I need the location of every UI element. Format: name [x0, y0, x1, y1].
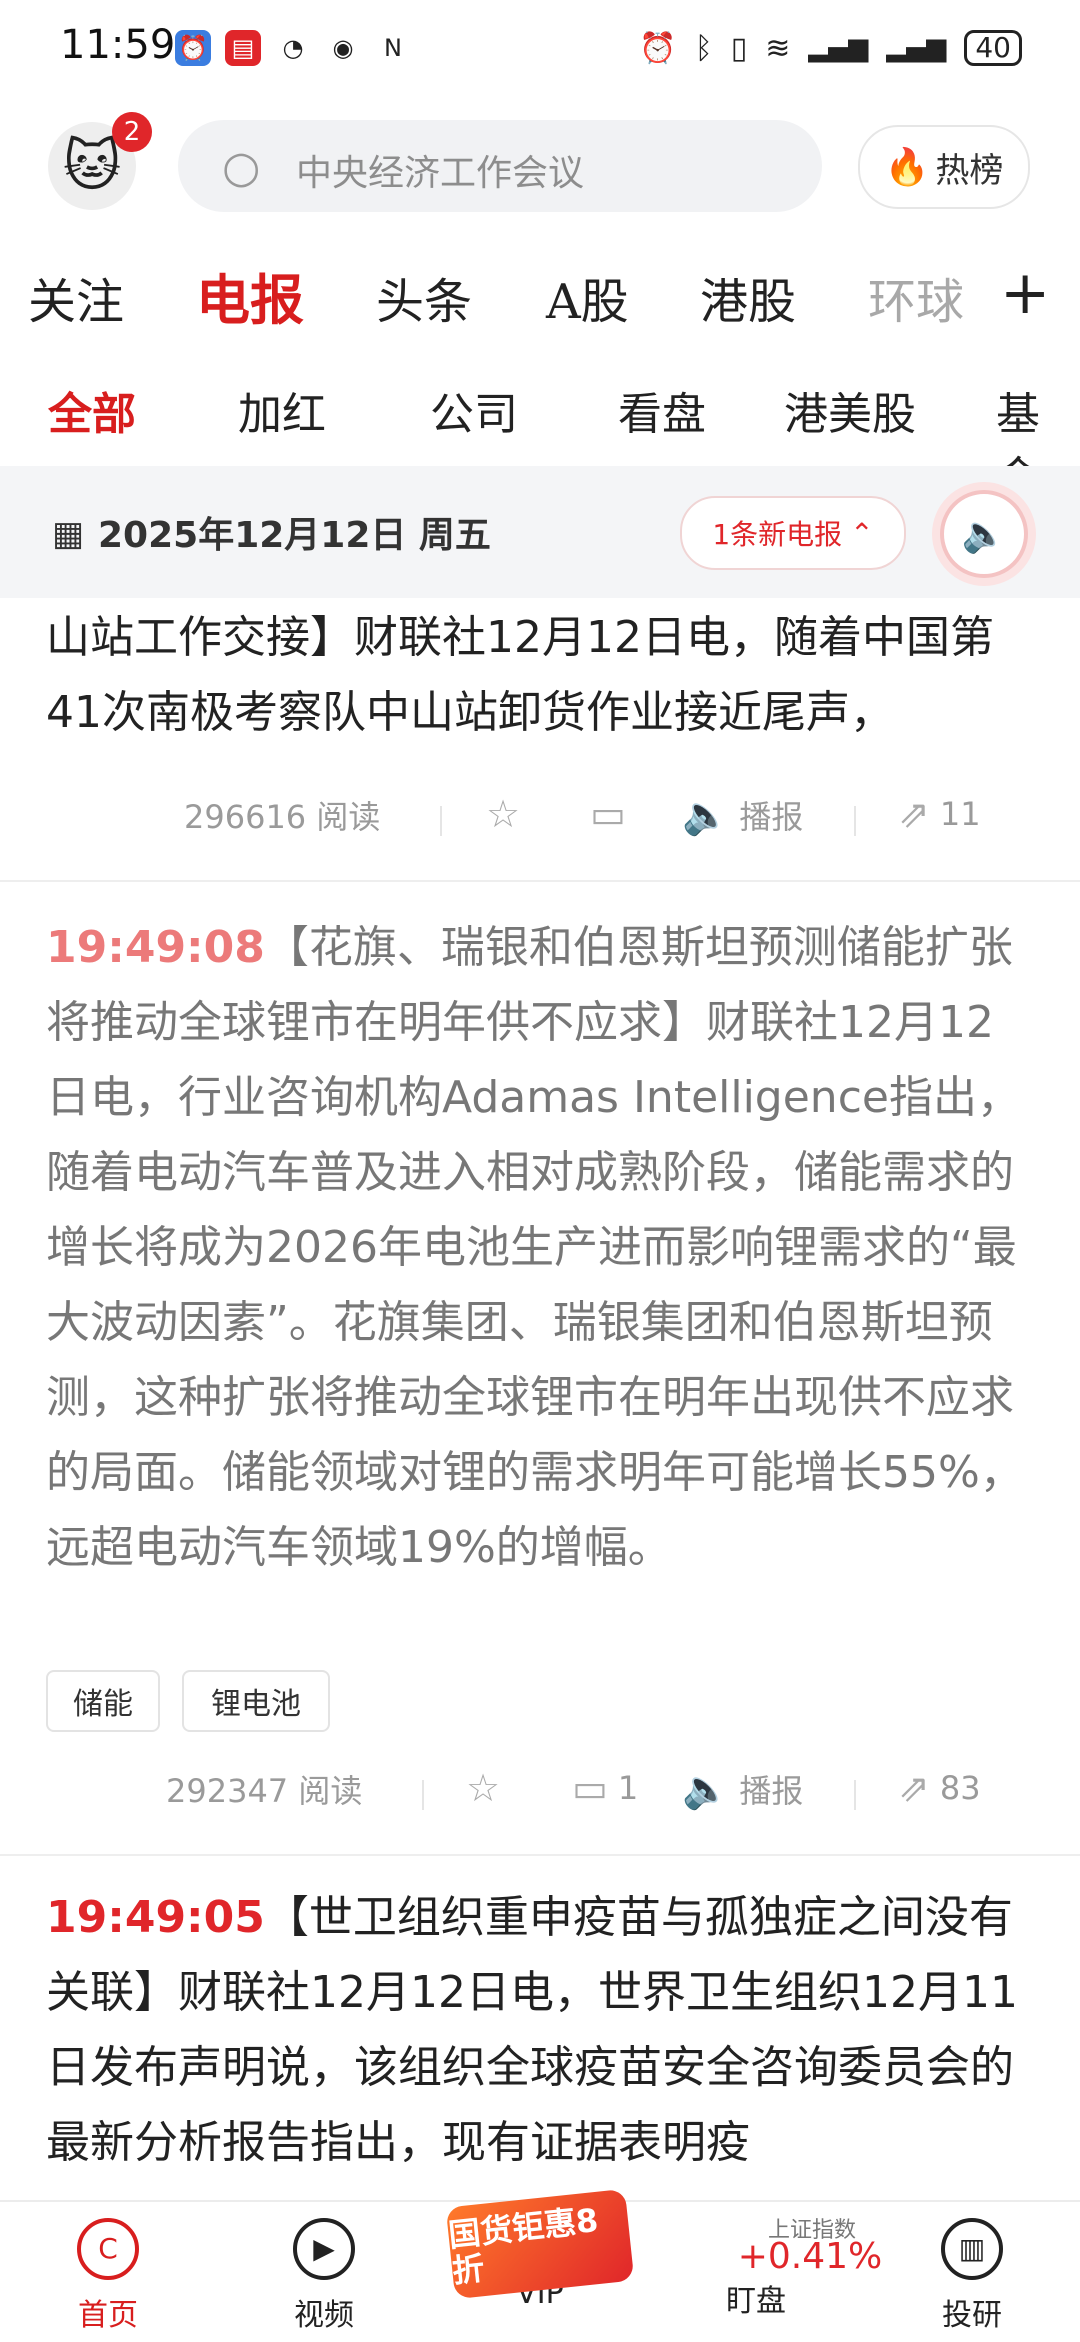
new-telegram-button[interactable]: 1条新电报 ⌃	[680, 496, 906, 570]
feed-item[interactable]: 19:49:05【世卫组织重申疫苗与孤独症之间没有关联】财联社12月12日电，世…	[46, 1880, 1036, 2200]
tag-chip[interactable]: 锂电池	[182, 1670, 330, 1732]
comment-button[interactable]: ▭ 1	[572, 1766, 638, 1810]
share-button[interactable]: ⇗ 83	[898, 1766, 981, 1810]
share-icon: ⇗	[898, 1766, 930, 1810]
shield-icon: ⏰	[175, 30, 211, 66]
bar-chart-icon: ▥	[941, 2218, 1003, 2280]
tab-headlines[interactable]: 头条	[376, 262, 472, 332]
nav-home-label: 首页	[78, 2298, 138, 2333]
feed-item-text: 【花旗、瑞银和伯恩斯坦预测储能扩张将推动全球锂市在明年供不应求】财联社12月12…	[46, 922, 1024, 1573]
status-bar: 11:59 ⏰ ▤ ◔ ◉ N ⏰ ᛒ ▯ ≋ ▂▄▆ ▂▄▆ 40	[0, 0, 1080, 100]
nfc-icon: N	[384, 34, 402, 62]
speaker-button[interactable]: 🔈	[940, 490, 1028, 578]
book-icon: ▤	[225, 30, 261, 66]
sub-tabs: 全部 加红 公司 看盘 港美股 基金	[0, 378, 1080, 504]
status-time: 11:59	[60, 22, 176, 68]
nav-video-label: 视频	[294, 2298, 354, 2333]
broadcast-button[interactable]: 🔈 播报	[682, 1766, 803, 1812]
divider	[854, 806, 856, 836]
status-right-icons: ⏰ ᛒ ▯ ≋ ▂▄▆ ▂▄▆ 40	[639, 30, 1022, 66]
search-icon: ○	[222, 142, 261, 193]
flame-icon: 🔥	[884, 147, 930, 188]
tab-follow[interactable]: 关注	[28, 262, 124, 332]
signal-4g-icon-2: ▂▄▆	[886, 33, 947, 63]
speaker-icon: 🔈	[961, 514, 1007, 555]
alarm-icon: ⏰	[639, 30, 677, 66]
add-tab-button[interactable]: +	[1000, 258, 1050, 328]
subtab-all[interactable]: 全部	[48, 378, 136, 442]
search-placeholder: 中央经济工作会议	[296, 153, 585, 194]
comment-icon: ▭	[572, 1766, 608, 1810]
tab-a-shares[interactable]: A股	[546, 262, 629, 332]
vibrate-icon: ▯	[730, 30, 748, 66]
bluetooth-icon: ᛒ	[694, 30, 713, 66]
tab-telegram[interactable]: 电报	[196, 256, 304, 335]
chevron-up-icon: ⌃	[850, 516, 874, 550]
share-count: 11	[939, 795, 981, 833]
feed-item-actions: 292347 阅读 ☆ ▭ 1 🔈 播报 ⇗ 83	[0, 1766, 1080, 1826]
wifi-icon: ≋	[765, 30, 791, 66]
search-bar[interactable]: ○ 中央经济工作会议	[178, 120, 822, 212]
favorite-button[interactable]: ☆	[466, 1766, 500, 1810]
nav-video[interactable]: ▶ 视频	[254, 2218, 394, 2334]
status-left-icons: ⏰ ▤ ◔ ◉ N	[175, 30, 411, 66]
subtab-hk-us[interactable]: 港美股	[784, 378, 916, 442]
divider	[854, 1780, 856, 1810]
home-icon: C	[77, 2218, 139, 2280]
tab-hk-shares[interactable]: 港股	[700, 262, 796, 332]
share-count: 83	[939, 1769, 981, 1807]
favorite-button[interactable]: ☆	[486, 792, 520, 836]
signal-4g-icon: ▂▄▆	[808, 33, 869, 63]
feed-item-text[interactable]: 山站工作交接】财联社12月12日电，随着中国第41次南极考察队中山站卸货作业接近…	[46, 600, 1036, 750]
calendar-icon: ▦	[52, 514, 85, 554]
main-tabs: 关注 电报 头条 A股 港股 环球	[0, 262, 1080, 342]
tab-global[interactable]: 环球	[868, 262, 964, 332]
feed-divider	[0, 1854, 1080, 1856]
star-icon: ☆	[466, 1766, 501, 1810]
vip-promo-text: 国货钜惠8折	[446, 2200, 601, 2291]
feed-item[interactable]: 19:49:08【花旗、瑞银和伯恩斯坦预测储能扩张将推动全球锂市在明年供不应求】…	[46, 910, 1036, 1585]
broadcast-label: 播报	[739, 1772, 804, 1810]
comment-icon: ▭	[590, 792, 626, 836]
date-label: 2025年12月12日 周五	[98, 515, 491, 556]
subtab-company[interactable]: 公司	[430, 378, 518, 442]
read-count: 296616 阅读	[184, 798, 381, 836]
nav-research-label: 投研	[942, 2298, 1002, 2333]
broadcast-label: 播报	[739, 798, 804, 836]
index-change: +0.41%	[737, 2236, 883, 2277]
share-button[interactable]: ⇗ 11	[898, 792, 981, 836]
share-icon: ⇗	[898, 792, 930, 836]
nav-home[interactable]: C 首页	[38, 2218, 178, 2334]
divider	[422, 1780, 424, 1810]
broadcast-button[interactable]: 🔈 播报	[682, 792, 803, 838]
divider	[440, 806, 442, 836]
nav-watch-label: 盯盘	[726, 2284, 786, 2319]
vip-promo-badge[interactable]: 国货钜惠8折	[445, 2188, 635, 2300]
read-count: 292347 阅读	[166, 1772, 363, 1810]
hot-list-button[interactable]: 🔥 热榜	[858, 125, 1030, 209]
battery-indicator: 40	[964, 30, 1022, 66]
tag-chip[interactable]: 储能	[46, 1670, 160, 1732]
feed-item-time: 19:49:05	[46, 1892, 265, 1943]
speaker-icon: 🔈	[682, 1766, 730, 1811]
notification-badge: 2	[112, 112, 152, 152]
star-icon: ☆	[486, 792, 521, 836]
eye-icon: ◉	[332, 34, 354, 62]
speedometer-icon: ◔	[282, 34, 304, 62]
comment-count: 1	[617, 1769, 639, 1807]
feed-divider	[0, 880, 1080, 882]
feed-item-time: 19:49:08	[46, 922, 265, 973]
date-bar: ▦ 2025年12月12日 周五 1条新电报 ⌃ 🔈	[0, 466, 1080, 598]
speaker-icon: 🔈	[682, 792, 730, 837]
hot-list-label: 热榜	[935, 150, 1004, 191]
comment-button[interactable]: ▭	[590, 792, 636, 836]
new-telegram-label: 1条新电报	[712, 518, 843, 551]
feed-item-actions: 296616 阅读 ☆ ▭ 🔈 播报 ⇗ 11	[0, 792, 1080, 852]
play-icon: ▶	[293, 2218, 355, 2280]
subtab-highlight[interactable]: 加红	[238, 378, 326, 442]
subtab-market-watch[interactable]: 看盘	[618, 378, 706, 442]
